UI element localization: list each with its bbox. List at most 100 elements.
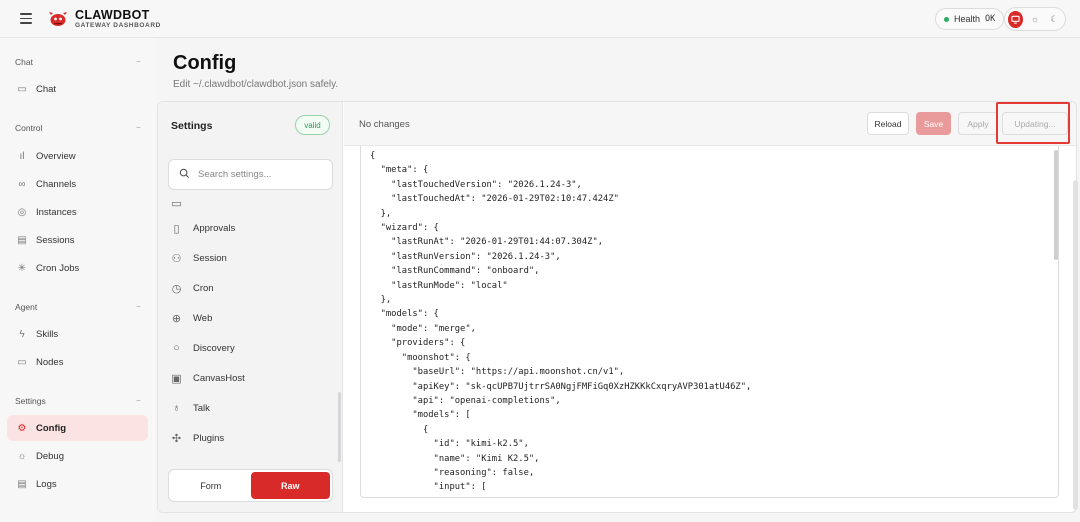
sidebar-item-skills[interactable]: ϟ Skills [7,321,148,347]
sidebar-item-instances[interactable]: ◎ Instances [7,199,148,225]
code-line[interactable]: "input": [ [370,480,751,494]
log-icon: ▤ [17,478,27,490]
code-line[interactable]: "models": { [370,307,751,321]
code-line[interactable]: "wizard": { [370,221,751,235]
category-item-approvals[interactable]: ▯ Approvals [170,216,330,240]
code-line[interactable]: "lastRunCommand": "onboard", [370,264,751,278]
sidebar-item-label: Channels [36,178,77,190]
sun-theme-icon[interactable]: ☼ [1027,11,1042,28]
sidebar-section-agent[interactable]: Agent [15,302,37,312]
category-item-cron[interactable]: ◷ Cron [170,276,330,300]
category-label: CanvasHost [193,372,245,384]
code-line[interactable]: "reasoning": false, [370,466,751,480]
search-icon: ○ [173,342,180,354]
raw-json-editor[interactable]: { "meta": { "lastTouchedVersion": "2026.… [360,146,1059,498]
change-status: No changes [359,119,410,130]
code-line[interactable]: "models": [ [370,408,751,422]
sidebar-item-logs[interactable]: ▤ Logs [7,471,148,497]
raw-mode-button[interactable]: Raw [250,472,330,499]
update-button[interactable]: Updating... [1002,112,1068,135]
code-line[interactable]: "baseUrl": "https://api.moonshot.cn/v1", [370,365,751,379]
category-item-web[interactable]: ⊕ Web [170,306,330,330]
sidebar-item-label: Debug [36,450,64,462]
code-line[interactable]: "lastRunVersion": "2026.1.24-3", [370,250,751,264]
theme-switcher: ☼ ☾ [1004,7,1066,31]
sidebar-section-control[interactable]: Control [15,123,42,133]
monitor-icon: ▭ [17,356,27,368]
lightning-icon: ϟ [19,328,25,340]
broadcast-icon: ◎ [17,206,27,218]
editor-toolbar: No changes Reload Save Apply Updating... [344,102,1076,146]
reload-button[interactable]: Reload [867,112,909,135]
code-line[interactable]: "meta": { [370,163,751,177]
category-label: Session [193,252,227,264]
brand-subtitle: GATEWAY DASHBOARD [75,22,161,29]
sidebar-item-label: Skills [36,328,59,340]
code-line[interactable]: "lastTouchedAt": "2026-01-29T02:10:47.42… [370,192,751,206]
status-dot-icon [944,16,949,22]
category-item-talk[interactable]: ♁ Talk [170,396,330,420]
sidebar-item-cron-jobs[interactable]: ✳ Cron Jobs [7,255,148,281]
category-scrollbar[interactable] [338,392,341,462]
editor-scrollbar[interactable] [1054,150,1058,260]
mode-toggle: Form Raw [168,469,333,502]
sidebar-item-config[interactable]: ⚙ Config [7,415,148,441]
collapse-icon[interactable]: − [136,57,141,66]
code-line[interactable]: "id": "kimi-k2.5", [370,437,751,451]
image-icon: ▣ [171,372,182,385]
code-line[interactable]: "moonshot": { [370,351,751,365]
sidebar-item-nodes[interactable]: ▭ Nodes [7,349,148,375]
code-line[interactable]: { [370,149,751,163]
page-scrollbar[interactable] [1073,180,1078,510]
category-label: Talk [193,402,210,414]
collapse-icon[interactable]: − [136,396,141,405]
moon-theme-icon[interactable]: ☾ [1047,11,1062,28]
code-line[interactable]: "apiKey": "sk-qcUPB7UjtrrSA0NgjFMFiGq0Xz… [370,380,751,394]
sidebar-section-settings[interactable]: Settings [15,396,46,406]
category-item-discovery[interactable]: ○ Discovery [170,336,330,360]
category-item-plugins[interactable]: ✣ Plugins [170,426,330,450]
sidebar-item-overview[interactable]: ıl Overview [7,143,148,169]
settings-column: Settings valid ▭ ▯ Approvals ⚇ Session ◷… [158,102,343,512]
settings-search[interactable] [168,159,333,190]
top-bar: CLAWDBOT GATEWAY DASHBOARD Health OK ☼ ☾ [0,0,1080,38]
sidebar-item-channels[interactable]: ∞ Channels [7,171,148,197]
document-icon: ▤ [17,234,27,246]
menu-icon[interactable] [20,13,32,24]
code-line[interactable]: }, [370,207,751,221]
code-line[interactable]: "lastRunAt": "2026-01-29T01:44:07.304Z", [370,235,751,249]
collapse-icon[interactable]: − [136,302,141,311]
sidebar-item-sessions[interactable]: ▤ Sessions [7,227,148,253]
code-line[interactable]: "mode": "merge", [370,322,751,336]
form-mode-button[interactable]: Form [171,472,251,499]
category-label: Plugins [193,432,225,444]
page-title: Config [173,52,237,74]
collapse-icon[interactable]: − [136,123,141,132]
brand-title: CLAWDBOT [75,8,150,22]
category-label: Approvals [193,222,236,234]
search-input[interactable] [198,169,328,180]
monitor-theme-icon[interactable] [1008,10,1024,28]
loader-icon: ✳ [17,262,27,274]
code-line[interactable]: { [370,423,751,437]
category-item-session[interactable]: ⚇ Session [170,246,330,270]
json-code-text[interactable]: { "meta": { "lastTouchedVersion": "2026.… [370,149,751,495]
sidebar-item-label: Chat [36,83,57,95]
code-line[interactable]: "lastRunMode": "local" [370,279,751,293]
category-item-partial[interactable]: ▭ [170,198,330,215]
globe-icon: ⊕ [171,312,182,325]
search-icon [179,168,190,182]
sidebar-item-debug[interactable]: ☼ Debug [7,443,148,469]
save-button[interactable]: Save [916,112,951,135]
code-line[interactable]: "name": "Kimi K2.5", [370,452,751,466]
category-item-canvashost[interactable]: ▣ CanvasHost [170,366,330,390]
sidebar-item-chat[interactable]: ▭ Chat [7,76,148,102]
chat-bubble-icon: ▭ [17,83,27,95]
code-line[interactable]: "providers": { [370,336,751,350]
code-line[interactable]: "api": "openai-completions", [370,394,751,408]
partial-icon: ▭ [171,198,182,210]
sidebar-section-chat[interactable]: Chat [15,57,33,67]
code-line[interactable]: }, [370,293,751,307]
code-line[interactable]: "lastTouchedVersion": "2026.1.24-3", [370,178,751,192]
apply-button[interactable]: Apply [958,112,998,135]
